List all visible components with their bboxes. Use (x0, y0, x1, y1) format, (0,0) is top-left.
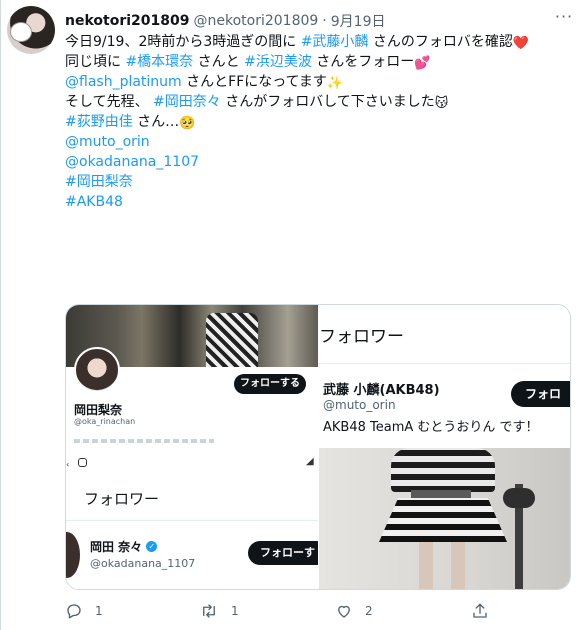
hashtag-link[interactable]: #橋本環奈 (125, 54, 193, 70)
media-image-2[interactable]: ‹ ◢ フォロワー 岡田 奈々 ✓ @okadanana_1107 フォローす (66, 448, 318, 589)
text: さんがフォロバして下さいました (220, 94, 435, 110)
like-button[interactable]: 2 (335, 602, 373, 620)
avatar[interactable] (7, 6, 55, 54)
followers-title: フォロワー (84, 490, 160, 508)
sparkles-icon: ✨ (326, 76, 344, 91)
hashtag-link[interactable]: #浜辺美波 (244, 54, 312, 70)
share-icon (473, 603, 487, 618)
retweet-count: 1 (231, 604, 239, 618)
two-hearts-icon: 💕 (414, 56, 431, 71)
followers-title: フォロワー (319, 327, 404, 347)
follow-button[interactable]: フォローする (234, 374, 306, 394)
like-count: 2 (365, 604, 373, 618)
profile-handle: @okadanana_1107 (90, 557, 196, 570)
text: さんとFFになってます (181, 74, 327, 90)
back-chevron-icon: ‹ (66, 460, 70, 469)
tweet-header: nekotori201809 @nekotori201809 · 9月19日 (65, 11, 385, 31)
tweet-line-5: #荻野由佳 さん…🥺 (65, 112, 571, 132)
text: さんをフォロー (311, 54, 415, 70)
follow-button[interactable]: フォロ (511, 381, 570, 407)
instagram-icon (78, 458, 87, 467)
mention-link[interactable]: @okadanana_1107 (65, 152, 571, 172)
hashtag-link[interactable]: #岡田奈々 (153, 94, 221, 110)
faded-text (74, 439, 214, 443)
follow-button[interactable]: フォローす (248, 541, 318, 565)
reply-count: 1 (95, 604, 103, 618)
stand-head (503, 488, 535, 508)
hashtag-link[interactable]: #武藤小麟 (301, 34, 369, 50)
profile-avatar (74, 347, 120, 393)
share-button[interactable] (471, 602, 489, 620)
kissing-cat-icon: 😽 (434, 96, 449, 111)
media-image-1[interactable]: フォローする 岡田梨奈 @oka_rinachan (66, 305, 318, 447)
reply-button[interactable]: 1 (65, 602, 103, 620)
reply-icon (67, 604, 81, 619)
action-bar: 1 1 2 (65, 602, 571, 622)
leg (419, 542, 433, 589)
avatar-caption (10, 22, 32, 42)
text: さんと (193, 54, 245, 70)
tweet: nekotori201809 @nekotori201809 · 9月19日 ·… (0, 0, 584, 630)
media-grid[interactable]: フォローする 岡田梨奈 @oka_rinachan ‹ ◢ フォロワー 岡田 奈… (65, 304, 571, 590)
belt (411, 490, 471, 498)
hashtag-link[interactable]: #荻野由佳 (65, 114, 133, 130)
person-photo (319, 448, 570, 589)
profile-name: 岡田 奈々 (90, 540, 143, 554)
timestamp[interactable]: 9月19日 (331, 11, 386, 31)
user-handle[interactable]: @nekotori201809 (193, 13, 318, 29)
user-name-row: 岡田 奈々 ✓ (90, 538, 158, 555)
signal-icon: ◢ (306, 456, 314, 467)
tweet-line-1: 今日9/19、2時前から3時過ぎの間に #武藤小麟 さんのフォロバを確認❤️ (65, 32, 571, 52)
retweet-icon (203, 604, 215, 618)
text: さんのフォロバを確認 (368, 34, 513, 50)
separator-dot: · (322, 13, 327, 29)
media-image-3[interactable]: フォロワー 武藤 小麟(AKB48) @muto_orin AKB48 Team… (319, 305, 570, 589)
divider (319, 363, 570, 364)
text: さん… (132, 114, 180, 130)
mention-link[interactable]: @muto_orin (65, 132, 571, 152)
tweet-line-3: @flash_platinum さんとFFになってます✨ (65, 72, 571, 92)
tweet-text: 今日9/19、2時前から3時過ぎの間に #武藤小麟 さんのフォロバを確認❤️ 同… (65, 32, 571, 212)
striped-top (391, 448, 495, 492)
heart-outline-icon (338, 605, 350, 618)
hashtag-link[interactable]: #AKB48 (65, 192, 571, 212)
mention-link[interactable]: @flash_platinum (65, 74, 182, 90)
text: そして先程、 (65, 94, 154, 110)
text: 今日9/19、2時前から3時過ぎの間に (65, 34, 301, 50)
relieved-face-icon: 🥺 (179, 116, 196, 131)
striped-skirt (379, 498, 507, 542)
text: 同じ頃に (65, 54, 126, 70)
profile-bio: AKB48 TeamA むとうおりん です！ (323, 420, 539, 435)
profile-name: 岡田梨奈 (74, 403, 123, 417)
verified-badge-icon: ✓ (146, 541, 158, 552)
display-name[interactable]: nekotori201809 (65, 13, 189, 29)
heart-icon: ❤️ (512, 36, 530, 51)
more-dots-icon[interactable]: ··· (553, 8, 575, 30)
person-figure (206, 313, 258, 367)
profile-handle: @muto_orin (323, 398, 396, 412)
profile-avatar (66, 532, 80, 578)
tweet-line-2: 同じ頃に #橋本環奈 さんと #浜辺美波 さんをフォロー💕 (65, 52, 571, 72)
profile-name: 武藤 小麟(AKB48) (323, 383, 440, 398)
profile-handle: @oka_rinachan (74, 417, 136, 426)
retweet-button[interactable]: 1 (199, 602, 239, 620)
divider (66, 520, 318, 521)
hashtag-link[interactable]: #岡田梨奈 (65, 172, 571, 192)
tweet-line-4: そして先程、 #岡田奈々 さんがフォロバして下さいました😽 (65, 92, 571, 112)
leg (451, 542, 465, 589)
